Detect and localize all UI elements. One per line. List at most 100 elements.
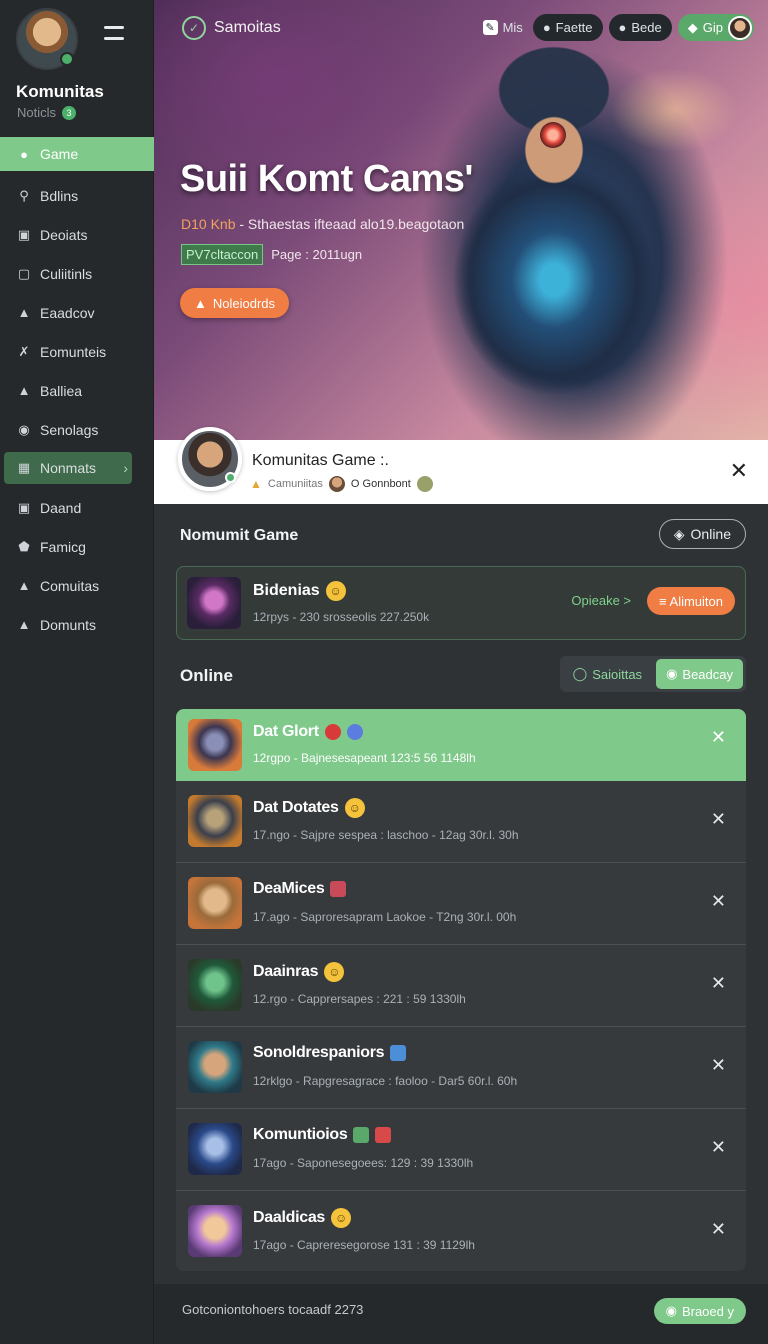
close-icon[interactable]: ✕ [711,1055,726,1076]
player-meta: 17.ago - Saproresapram Laokoe - T2ng 30r… [253,910,517,924]
list-item[interactable]: Daainras ☺ 12.rgo - Capprersapes : 221 : 5… [176,945,746,1027]
group-button[interactable]: ● Bede [608,14,672,41]
smile-emoji-icon: ☺ [324,962,345,982]
online-filter-button[interactable]: ◈ Online [658,519,746,549]
sidebar-item-label: Deoiats [40,226,88,243]
square-icon: ▣ [17,499,31,515]
sidebar-item-daand[interactable]: ▣ Daand [0,488,154,527]
featured-game-title: Bidenias ☺ [253,581,346,601]
community-sub-b: O Gonnbont [350,478,411,490]
player-avatar [188,1205,242,1257]
player-name: Dat Dotates [253,799,339,816]
sidebar-item-eomunteis[interactable]: ✗ Eomunteis [0,332,154,371]
player-avatar [188,959,242,1011]
search-icon: ⚲ [19,187,29,203]
hero-meta-accent: D10 Knb [181,216,236,232]
close-icon[interactable]: ✕ [711,891,726,912]
group-icon: ● [618,20,627,35]
list-item[interactable]: Daaldicas ☺ 17ago - Capreresegorose 131 : … [176,1191,746,1271]
sidebar-item-balliea[interactable]: ▲ Balliea [0,371,154,410]
close-icon[interactable]: ✕ [711,727,726,748]
profile-button[interactable]: ● Faette [532,14,603,41]
segment-beadcay[interactable]: ◉ Beadcay [656,659,743,689]
sidebar-item-comuitas[interactable]: ▲ Comuitas [0,566,154,605]
sidebar-subtitle[interactable]: Noticls 3 [17,105,77,120]
sidebar-item-nonmats[interactable]: ▦ Nonmats › [4,452,132,484]
close-icon[interactable]: ✕ [730,458,748,484]
app-root: Komunitas Noticls 3 ● Game ⚲ Bdlins ▣ Deoia… [0,0,768,1344]
online-player-list: Dat Glort 12rgpo - Bajnesesapeant 123:5 5… [176,709,746,1271]
user-icon: ● [542,20,551,35]
sidebar-item-culiitinls[interactable]: ▢ Culiitinls [0,254,154,293]
player-name-row: Sonoldrespaniors [253,1044,407,1062]
section-title-game: Nomumit Game [180,527,299,544]
player-meta: 12.rgo - Capprersapes : 221 : 59 1330lh [253,992,466,1006]
sidebar-nav: ● Game ⚲ Bdlins ▣ Deoiats ▢ Culiitinls ▲ Eaad… [0,137,154,644]
sidebar-item-label: Balliea [40,382,83,399]
target-icon: ◉ [666,666,678,681]
user-icon: ● [20,146,28,162]
featured-game-action-button[interactable]: ≡ Alimuiton [647,587,735,615]
hero-tag[interactable]: PV7cltaccon [181,244,264,265]
featured-game-option-link[interactable]: Opieake > [571,593,631,608]
profile-bar: Komunitas Game :. ▲ Camuniitas O Gonnbon… [154,427,768,504]
close-icon[interactable]: ✕ [711,1137,726,1158]
close-icon[interactable]: ✕ [711,1219,726,1240]
smile-emoji-icon: ☺ [325,581,346,601]
emoji-icon [416,476,433,492]
gift-button[interactable]: ◆ Gip [677,14,754,41]
square-icon: ▣ [17,226,31,242]
close-icon[interactable]: ✕ [711,973,726,994]
edit-button[interactable]: ✎ Mis [479,14,527,41]
shield-icon: ⬟ [18,538,30,554]
player-avatar [188,719,242,771]
list-item[interactable]: DeaMices 17.ago - Saproresapram Laokoe - … [176,863,746,945]
community-sub-a: Camuniitas [267,478,323,490]
footer-action-label: Braoed y [681,1303,734,1319]
sidebar-item-label: Bdlins [40,187,79,204]
sidebar-item-domunts[interactable]: ▲ Domunts [0,605,154,644]
sidebar-item-senolags[interactable]: ◉ Senolags [0,410,154,449]
sidebar-item-label: Senolags [40,421,99,438]
featured-game-name: Bidenias [253,582,320,599]
sidebar-item-label: Eaadcov [40,304,95,321]
featured-game-card[interactable]: Bidenias ☺ 12rpys - 230 srosseolis 227.25… [176,566,746,640]
hero-action-label: Noleiodrds [212,295,276,311]
online-status-dot [60,52,74,66]
segment-saioittas[interactable]: ◯ Saioittas [563,659,652,689]
list-item[interactable]: Sonoldrespaniors 12rklgo - Rapgresagrace … [176,1027,746,1109]
status-badge-icon [353,1127,370,1143]
hero-brand[interactable]: ✓ Samoitas [182,16,281,40]
footer-text: Gotconiontohoers tocaadf 2273 [182,1302,364,1317]
group-button-label: Bede [631,20,662,35]
section-title-online: Online [180,666,233,685]
community-avatar[interactable] [178,427,242,491]
sidebar-item-eaadcov[interactable]: ▲ Eaadcov [0,293,154,332]
sidebar-item-bdlins[interactable]: ⚲ Bdlins [0,176,154,215]
user-avatar[interactable] [16,8,78,70]
list-item[interactable]: Komuntioios 17ago - Saponesegoees: 129 : … [176,1109,746,1191]
hero-tag-note: Page : 2011ugn [271,247,363,262]
menu-icon[interactable] [104,26,124,40]
sidebar-item-label: Eomunteis [40,343,107,360]
sidebar-item-famicg[interactable]: ⬟ Famicg [0,527,154,566]
status-badge-icon [324,724,341,740]
check-circle-icon: ✓ [182,16,206,40]
list-item[interactable]: Dat Dotates ☺ 17.ngo - Sajpre sespea : las… [176,781,746,863]
hero-action-button[interactable]: ▲ Noleiodrds [180,288,290,318]
close-icon[interactable]: ✕ [711,809,726,830]
player-avatar [188,1041,242,1093]
segment-label: Saioittas [592,666,643,682]
status-badge-icon [346,724,363,740]
hero-meta-text: - Sthaestas ifteaad alo19.beagotaon [239,216,465,232]
list-item[interactable]: Dat Glort 12rgpo - Bajnesesapeant 123:5 5… [176,709,746,781]
user-icon: ▲ [17,617,31,632]
footer-action-button[interactable]: ◉ Braoed y [653,1298,746,1324]
house-icon: ▲ [17,383,31,398]
player-meta: 17ago - Saponesegoees: 129 : 39 1330lh [253,1156,474,1170]
pencil-icon: ✎ [482,20,498,35]
sidebar-item-game[interactable]: ● Game [0,137,154,171]
sidebar-item-deoiats[interactable]: ▣ Deoiats [0,215,154,254]
main-content: Nomumit Game ◈ Online Bidenias ☺ 12rpys - … [154,504,768,1284]
smile-emoji-icon: ☺ [331,1208,352,1228]
